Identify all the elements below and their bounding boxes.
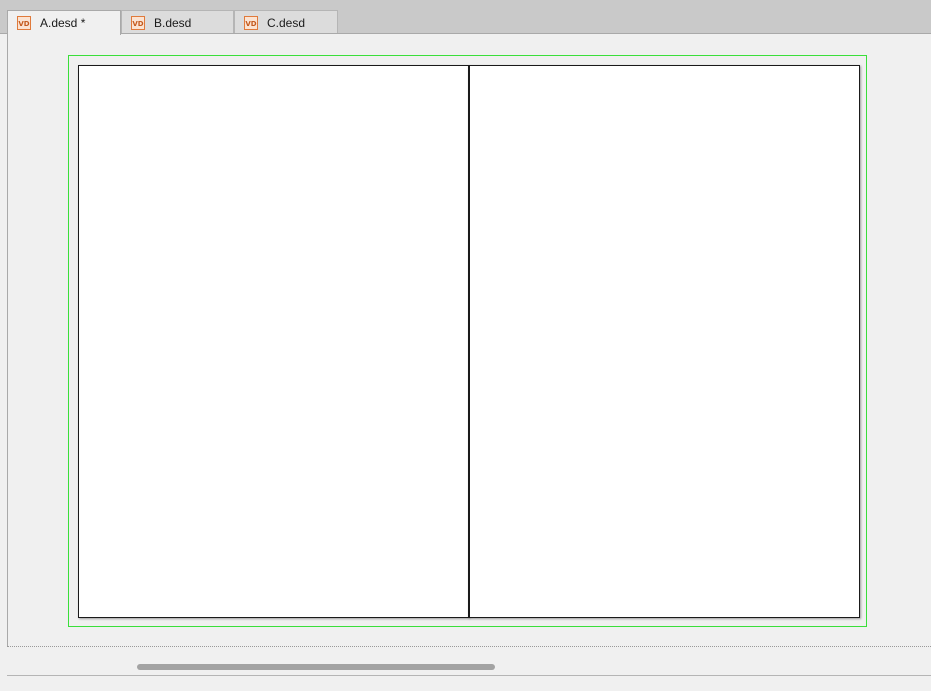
horizontal-scrollbar[interactable] — [7, 657, 931, 676]
dotted-separator — [7, 646, 931, 647]
vd-file-icon: VD — [244, 15, 258, 30]
scrollbar-thumb[interactable] — [137, 664, 495, 670]
tab-label: B.desd — [154, 15, 192, 30]
tab-c-desd[interactable]: VD C.desd — [234, 10, 338, 34]
vd-file-icon: VD — [17, 16, 31, 30]
bottom-strip — [7, 676, 931, 691]
svg-text:VD: VD — [18, 20, 29, 28]
tab-b-desd[interactable]: VD B.desd — [121, 10, 234, 34]
tab-label: C.desd — [267, 15, 306, 30]
tab-label: A.desd * — [40, 16, 86, 30]
design-canvas[interactable] — [7, 34, 931, 646]
left-panel[interactable] — [78, 65, 469, 618]
tab-a-desd[interactable]: VD A.desd * — [7, 10, 121, 35]
right-panel[interactable] — [468, 65, 860, 618]
vd-file-icon: VD — [131, 15, 145, 30]
svg-text:VD: VD — [132, 20, 143, 28]
svg-text:VD: VD — [245, 20, 256, 28]
tab-bar: VD A.desd * VD B.desd VD C.desd — [0, 0, 931, 35]
